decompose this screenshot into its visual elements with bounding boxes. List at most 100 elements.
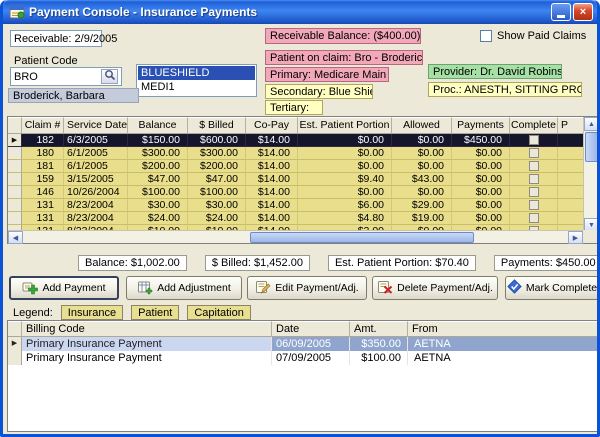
search-button[interactable] (101, 69, 118, 84)
column-header[interactable]: Balance (128, 117, 188, 134)
mark-complete-button[interactable]: Mark Complete (505, 276, 599, 300)
minimize-icon (557, 15, 565, 18)
claims-cell: $14.00 (246, 160, 298, 173)
date-cell: 07/09/2005 (272, 351, 350, 365)
column-header[interactable]: Date (272, 321, 350, 337)
column-header[interactable]: Amt. (350, 321, 408, 337)
claims-cell: $0.00 (298, 160, 392, 173)
scroll-right-icon[interactable]: ▶ (568, 231, 583, 244)
claims-cell: $600.00 (188, 134, 246, 147)
total-balance: Balance: $1,002.00 (78, 255, 187, 271)
vertical-scroll-thumb[interactable] (585, 132, 598, 162)
claims-cell: $0.00 (452, 212, 510, 225)
column-header[interactable]: Complete (510, 117, 558, 134)
claims-horizontal-scrollbar[interactable]: ◀ ▶ (8, 230, 583, 243)
column-header[interactable]: Est. Patient Portion (298, 117, 392, 134)
complete-cell (510, 147, 558, 160)
claims-cell: $14.00 (246, 147, 298, 160)
claims-cell: $300.00 (128, 147, 188, 160)
column-header[interactable]: Payments (452, 117, 510, 134)
claims-cell: 8/23/2004 (64, 212, 128, 225)
claims-cell: $0.00 (452, 160, 510, 173)
add-adjustment-label: Add Adjustment (157, 282, 231, 294)
from-cell: AETNA (408, 337, 598, 351)
claims-cell: 182 (22, 134, 64, 147)
complete-checkbox[interactable] (529, 135, 539, 145)
claims-row[interactable]: 14610/26/2004$100.00$100.00$14.00$0.00$0… (8, 186, 583, 199)
add-payment-button[interactable]: Add Payment (9, 276, 119, 300)
complete-checkbox[interactable] (529, 161, 539, 171)
complete-checkbox[interactable] (529, 187, 539, 197)
total-est-patient-portion: Est. Patient Portion: $70.40 (328, 255, 476, 271)
claims-row[interactable]: 1318/23/2004$24.00$24.00$14.00$4.80$19.0… (8, 212, 583, 225)
claims-cell: $100.00 (128, 186, 188, 199)
payment-console-window: Payment Console - Insurance Payments × R… (0, 0, 600, 437)
delete-payment-label: Delete Payment/Adj. (397, 282, 493, 294)
row-indicator (8, 212, 22, 225)
claims-row[interactable]: ▶1826/3/2005$150.00$600.00$14.00$0.00$0.… (8, 134, 583, 147)
claims-cell: $30.00 (128, 199, 188, 212)
minimize-button[interactable] (551, 3, 571, 21)
patient-code-input[interactable]: BRO (10, 67, 122, 86)
close-button[interactable]: × (573, 3, 593, 21)
complete-cell (510, 186, 558, 199)
complete-checkbox[interactable] (529, 148, 539, 158)
claims-cell: $0.00 (392, 160, 452, 173)
row-indicator (8, 351, 22, 365)
insurance-listbox[interactable]: BLUESHIELD MEDI1 (136, 64, 257, 97)
claims-row[interactable]: 1806/1/2005$300.00$300.00$14.00$0.00$0.0… (8, 147, 583, 160)
column-header[interactable]: Co-Pay (246, 117, 298, 134)
claims-cell: $150.00 (128, 134, 188, 147)
row-indicator: ▶ (8, 134, 22, 147)
claims-cell (558, 212, 583, 225)
column-header[interactable]: Billing Code (22, 321, 272, 337)
column-header[interactable]: P (558, 117, 584, 134)
payment-row[interactable]: Primary Insurance Payment07/09/2005$100.… (8, 351, 598, 365)
column-header[interactable]: Service Date (64, 117, 128, 134)
billing-code-cell: Primary Insurance Payment (22, 337, 272, 351)
claims-cell: $14.00 (246, 134, 298, 147)
date-cell: 06/09/2005 (272, 337, 350, 351)
receivable-field[interactable]: Receivable: 2/9/2005 (10, 30, 102, 47)
claims-cell: $47.00 (188, 173, 246, 186)
claims-cell: $14.00 (246, 186, 298, 199)
add-adjustment-button[interactable]: Add Adjustment (126, 276, 242, 300)
claims-cell: $450.00 (452, 134, 510, 147)
complete-cell (510, 173, 558, 186)
scroll-left-icon[interactable]: ◀ (8, 231, 23, 244)
column-header[interactable]: Claim # (22, 117, 64, 134)
title-bar[interactable]: Payment Console - Insurance Payments × (3, 0, 597, 24)
patient-on-claim: Patient on claim: Bro - Broderick, Barba… (265, 50, 423, 65)
complete-checkbox[interactable] (529, 174, 539, 184)
show-paid-claims[interactable]: Show Paid Claims (480, 30, 586, 42)
insurance-option[interactable]: MEDI1 (138, 80, 255, 94)
claims-cell: 6/3/2005 (64, 134, 128, 147)
billing-code-cell: Primary Insurance Payment (22, 351, 272, 365)
delete-payment-button[interactable]: Delete Payment/Adj. (372, 276, 498, 300)
claims-row[interactable]: 1816/1/2005$200.00$200.00$14.00$0.00$0.0… (8, 160, 583, 173)
scroll-up-icon[interactable]: ▲ (584, 117, 599, 131)
claims-rows: ▶1826/3/2005$150.00$600.00$14.00$0.00$0.… (8, 134, 583, 232)
column-header[interactable]: $ Billed (188, 117, 246, 134)
column-header[interactable]: Allowed (392, 117, 452, 134)
complete-cell (510, 160, 558, 173)
complete-checkbox[interactable] (529, 213, 539, 223)
claims-vertical-scrollbar[interactable]: ▲ ▼ (583, 117, 598, 232)
claims-row[interactable]: 1593/15/2005$47.00$47.00$14.00$9.40$43.0… (8, 173, 583, 186)
claims-cell: $0.00 (298, 134, 392, 147)
claims-row[interactable]: 1318/23/2004$30.00$30.00$14.00$6.00$29.0… (8, 199, 583, 212)
claims-cell (558, 186, 583, 199)
total-billed: $ Billed: $1,452.00 (205, 255, 310, 271)
mark-complete-icon (507, 279, 522, 297)
complete-checkbox[interactable] (529, 200, 539, 210)
show-paid-claims-checkbox[interactable] (480, 30, 492, 42)
claims-cell: $43.00 (392, 173, 452, 186)
payment-row[interactable]: ▶Primary Insurance Payment06/09/2005$350… (8, 337, 598, 351)
claims-cell: $6.00 (298, 199, 392, 212)
claims-cell: $200.00 (128, 160, 188, 173)
edit-payment-button[interactable]: Edit Payment/Adj. (247, 276, 367, 300)
column-header[interactable]: From (408, 321, 598, 337)
insurance-option[interactable]: BLUESHIELD (138, 66, 255, 80)
horizontal-scroll-thumb[interactable] (250, 232, 474, 243)
claims-cell: $0.00 (452, 147, 510, 160)
